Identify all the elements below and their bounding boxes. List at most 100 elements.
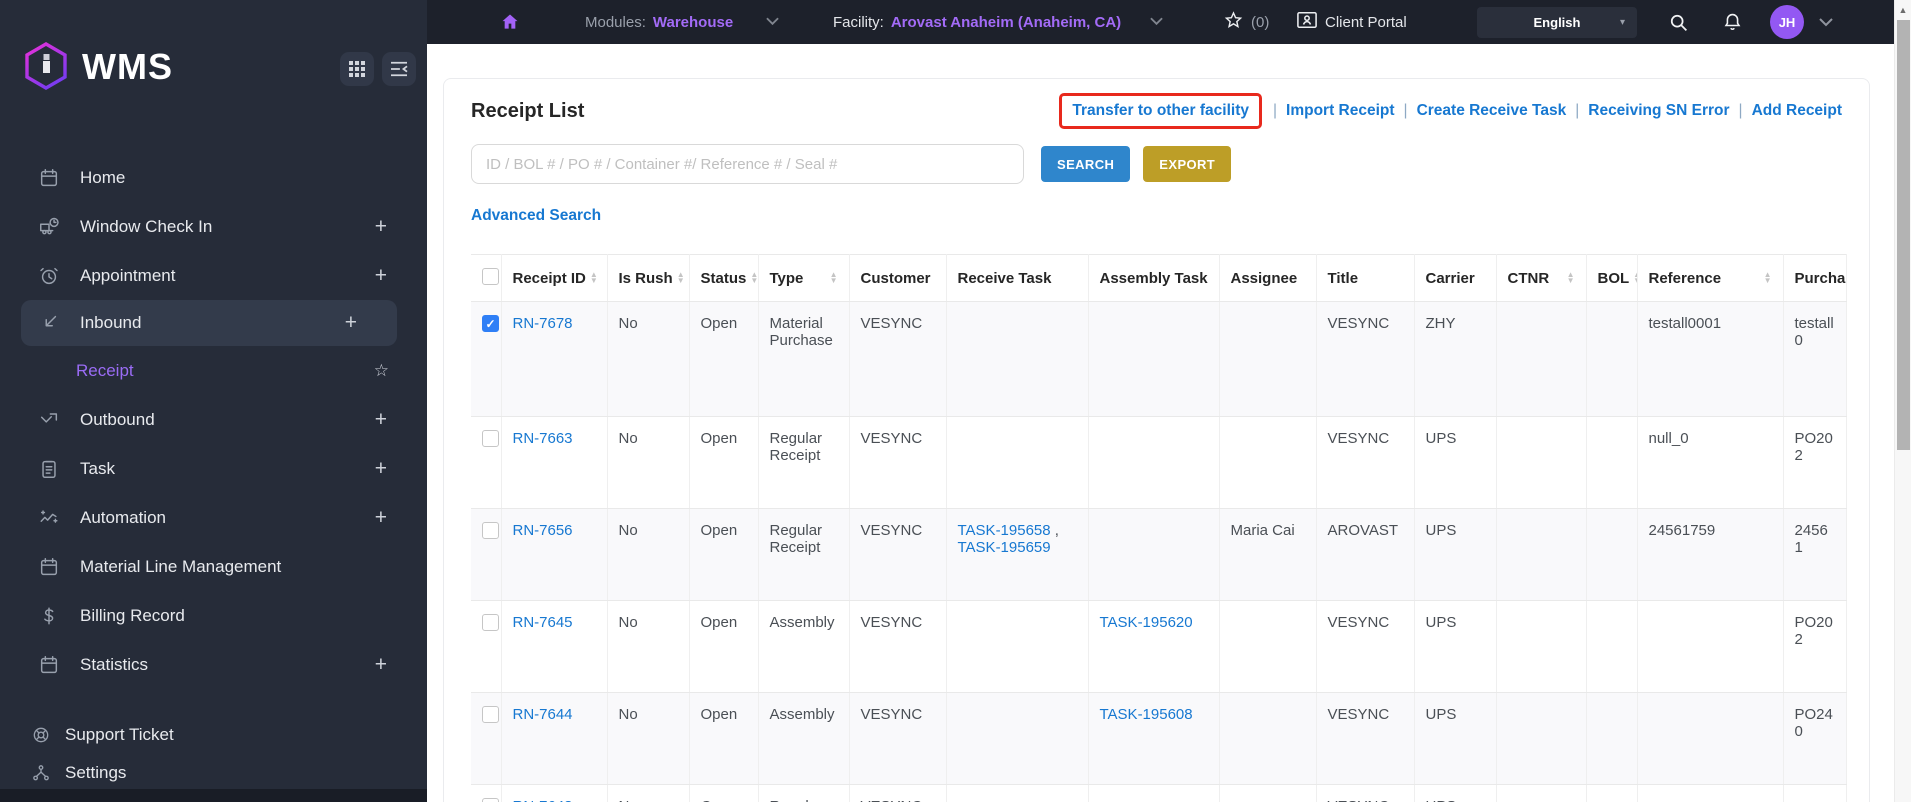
row-checkbox[interactable] <box>482 614 499 631</box>
task-link[interactable]: TASK-195659 <box>958 539 1051 556</box>
sidebar-item-outbound[interactable]: Outbound + <box>0 395 427 444</box>
apps-grid-icon[interactable] <box>340 52 374 86</box>
cell-reference: 24561759 <box>1637 508 1784 601</box>
row-checkbox[interactable] <box>482 430 499 447</box>
sidebar-item-home[interactable]: Home <box>0 153 427 202</box>
brand-title: WMS <box>82 46 173 87</box>
sidebar-item-support-ticket[interactable]: Support Ticket <box>0 716 427 754</box>
action-link-create-receive-task[interactable]: Create Receive Task <box>1417 102 1567 120</box>
sidebar-item-window-check-in[interactable]: Window Check In + <box>0 202 427 251</box>
sort-caret-icon[interactable]: ▲▼ <box>1567 271 1575 285</box>
sort-caret-icon[interactable]: ▲▼ <box>830 271 838 285</box>
cell-customer: VESYNC <box>849 692 947 785</box>
sort-caret-icon[interactable]: ▲▼ <box>590 271 598 285</box>
modules-selector[interactable]: Modules: Warehouse <box>585 0 779 44</box>
sidebar-item-settings[interactable]: Settings <box>0 754 427 792</box>
cell-status: Open <box>689 508 759 601</box>
column-header-type[interactable]: Type ▲ ▼ <box>758 254 850 302</box>
sort-caret-icon[interactable]: ▲▼ <box>750 271 757 285</box>
column-header-carrier: Carrier <box>1414 254 1497 302</box>
column-header-bol[interactable]: BOL▲▼ <box>1586 254 1638 302</box>
sidebar-item-task[interactable]: Task + <box>0 444 427 493</box>
receipt-link[interactable]: RN-7656 <box>513 522 573 539</box>
task-link[interactable]: TASK-195620 <box>1100 614 1193 631</box>
scroll-up-arrow-icon[interactable]: ▲ <box>1895 0 1911 15</box>
column-header-status[interactable]: Status ▲ ▼ <box>689 254 759 302</box>
cell-type: Regular Receipt <box>758 508 850 601</box>
receipt-link[interactable]: RN-7644 <box>513 706 573 723</box>
task-link[interactable]: TASK-195658 <box>958 522 1051 539</box>
cell-type: Assembly <box>758 692 850 785</box>
expand-plus-icon[interactable]: + <box>375 653 387 677</box>
row-checkbox[interactable] <box>482 798 499 802</box>
sort-caret-icon[interactable]: ▲▼ <box>677 271 685 285</box>
cell-title: VESYNC <box>1316 600 1415 693</box>
export-button[interactable]: EXPORT <box>1143 146 1232 182</box>
facility-selector[interactable]: Facility: Arovast Anaheim (Anaheim, CA) <box>833 0 1163 44</box>
column-label: Reference <box>1648 269 1722 287</box>
cell-carrier: UPS <box>1414 784 1497 802</box>
receipt-link[interactable]: RN-7678 <box>513 315 573 332</box>
column-header-is_rush[interactable]: Is Rush ▲ ▼ <box>607 254 690 302</box>
page-scrollbar[interactable]: ▲ <box>1894 0 1911 802</box>
table-row: RN-7644 No Open Assembly VESYNC TASK-195608 VE… <box>471 692 1847 785</box>
cell-is_rush: No <box>607 301 690 417</box>
task-link[interactable]: TASK-195608 <box>1100 706 1193 723</box>
cell-carrier: ZHY <box>1414 301 1497 417</box>
expand-plus-icon[interactable]: + <box>375 408 387 432</box>
advanced-search-link[interactable]: Advanced Search <box>471 207 601 225</box>
sidebar-item-receipt[interactable]: Receipt ☆ <box>0 346 427 395</box>
favorites-button[interactable]: (0) <box>1223 0 1269 44</box>
expand-plus-icon[interactable]: + <box>375 264 387 288</box>
sort-caret-icon[interactable]: ▲▼ <box>1633 271 1636 285</box>
column-header-reference[interactable]: Reference ▲ ▼ <box>1637 254 1784 302</box>
cell-reference: null_0 <box>1637 416 1784 509</box>
notifications-bell-icon[interactable] <box>1722 0 1743 44</box>
language-selector[interactable]: English ▾ <box>1477 7 1637 38</box>
search-icon[interactable] <box>1668 0 1689 44</box>
column-header-assembly_task: Assembly Task <box>1088 254 1220 302</box>
row-checkbox[interactable] <box>482 315 499 332</box>
sidebar-item-material-line-management[interactable]: Material Line Management <box>0 542 427 591</box>
user-avatar[interactable]: JH <box>1770 0 1804 44</box>
expand-plus-icon[interactable]: + <box>375 215 387 239</box>
expand-plus-icon[interactable]: + <box>375 457 387 481</box>
receipt-link[interactable]: RN-7643 <box>513 798 573 802</box>
receipt-table: Receipt ID ▲ ▼ Is Rush ▲ ▼ Status ▲ ▼ Type ▲ ▼ Custo… <box>471 254 1847 802</box>
action-link-import-receipt[interactable]: Import Receipt <box>1286 102 1395 120</box>
sidebar-item-automation[interactable]: Automation + <box>0 493 427 542</box>
cell-purchase_order: PO202 <box>1783 416 1847 509</box>
sort-caret-icon[interactable]: ▲▼ <box>1764 271 1772 285</box>
row-checkbox[interactable] <box>482 522 499 539</box>
search-button[interactable]: SEARCH <box>1041 146 1131 182</box>
sidebar-item-statistics[interactable]: Statistics + <box>0 640 427 689</box>
sidebar-item-appointment[interactable]: Appointment + <box>0 251 427 300</box>
column-header-receipt_id[interactable]: Receipt ID ▲ ▼ <box>501 254 608 302</box>
profile-chevron-down-icon[interactable] <box>1819 0 1833 44</box>
action-link-receiving-sn-error[interactable]: Receiving SN Error <box>1588 102 1729 120</box>
scrollbar-thumb[interactable] <box>1897 20 1910 450</box>
client-portal-button[interactable]: Client Portal <box>1296 0 1407 44</box>
action-link-transfer-to-other-facility[interactable]: Transfer to other facility <box>1072 102 1249 119</box>
search-input[interactable] <box>471 144 1024 184</box>
column-header-ctnr[interactable]: CTNR ▲ ▼ <box>1496 254 1587 302</box>
expand-plus-icon[interactable]: + <box>375 506 387 530</box>
collapse-sidebar-icon[interactable] <box>382 52 416 86</box>
select-all-header[interactable] <box>471 254 502 302</box>
panel-header: Receipt List Transfer to other facility |… <box>471 79 1842 143</box>
select-all-checkbox[interactable] <box>482 267 499 285</box>
home-icon[interactable] <box>500 0 520 44</box>
receipt-link[interactable]: RN-7645 <box>513 614 573 631</box>
cell-assembly_task <box>1088 301 1220 417</box>
sidebar-item-billing-record[interactable]: Billing Record <box>0 591 427 640</box>
sidebar-item-inbound[interactable]: Inbound + <box>21 300 397 346</box>
cell-purchase_order: 24561 <box>1783 508 1847 601</box>
client-portal-label: Client Portal <box>1325 13 1407 31</box>
expand-plus-icon[interactable]: + <box>345 311 357 335</box>
receipt-link[interactable]: RN-7663 <box>513 430 573 447</box>
column-header-assignee: Assignee <box>1219 254 1317 302</box>
favorite-star-icon[interactable]: ☆ <box>374 361 389 381</box>
cell-carrier: UPS <box>1414 416 1497 509</box>
action-link-add-receipt[interactable]: Add Receipt <box>1752 102 1842 120</box>
row-checkbox[interactable] <box>482 706 499 723</box>
